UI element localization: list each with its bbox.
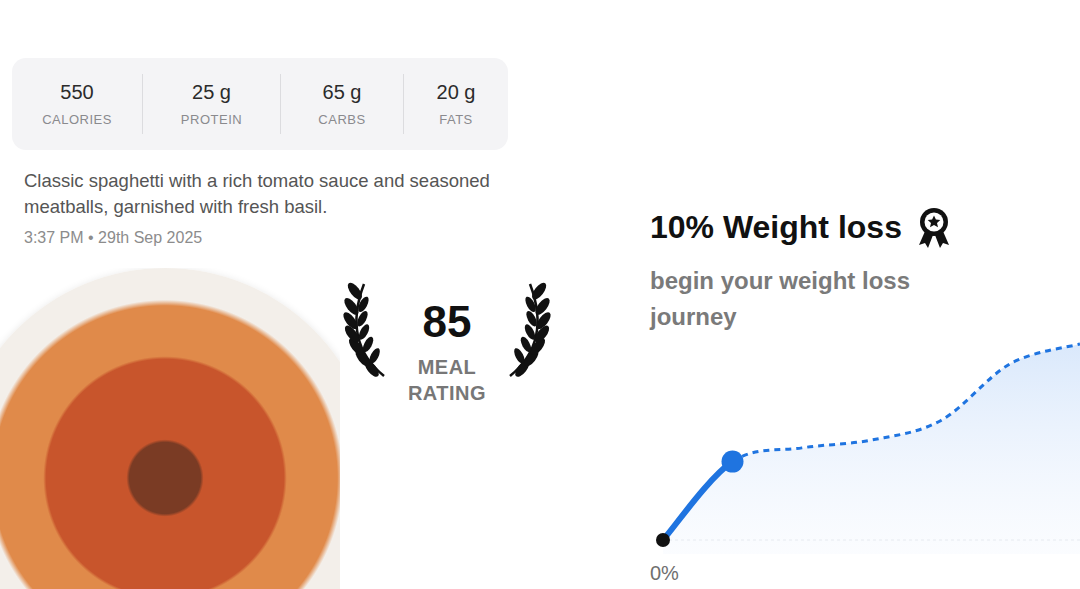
stat-value: 550	[60, 80, 93, 104]
chart-start-point	[656, 533, 670, 547]
meal-panel: 550 CALORIES 25 g PROTEIN 65 g CARBS 20 g FATS C…	[0, 0, 560, 589]
chart-current-point	[722, 451, 744, 473]
nutrition-card: 550 CALORIES 25 g PROTEIN 65 g CARBS 20 g FATS	[12, 58, 508, 150]
meal-rating: 85 MEAL RATING	[340, 268, 554, 406]
meal-row: 85 MEAL RATING	[0, 268, 560, 589]
chart-projected-line	[733, 344, 1080, 462]
goal-subtitle: begin your weight loss journey	[650, 263, 912, 335]
award-icon	[914, 205, 954, 249]
meal-photo	[0, 268, 340, 589]
nutrition-stat: 25 g PROTEIN	[142, 74, 280, 134]
goal-title: 10% Weight loss	[650, 207, 902, 247]
goal-title-row: 10% Weight loss	[650, 205, 1080, 249]
rating-center: 85 MEAL RATING	[388, 280, 506, 406]
nutrition-stat: 20 g FATS	[403, 74, 508, 134]
meal-description: Classic spaghetti with a rich tomato sau…	[24, 168, 514, 220]
stat-label: FATS	[439, 112, 473, 128]
chart-area	[663, 344, 1080, 554]
stat-value: 25 g	[192, 80, 231, 104]
laurel-icon	[506, 280, 554, 380]
chart-baseline	[663, 540, 1080, 541]
stat-label: CARBS	[318, 112, 365, 128]
page: 550 CALORIES 25 g PROTEIN 65 g CARBS 20 g FATS C…	[0, 0, 1080, 589]
goal-panel: 10% Weight loss begin your weight loss jo…	[560, 0, 1080, 589]
chart-axis-label: 0%	[650, 562, 1080, 584]
nutrition-stat: 550 CALORIES	[12, 74, 142, 134]
laurel-icon	[340, 280, 388, 380]
stat-label: PROTEIN	[181, 112, 242, 128]
weight-loss-chart	[650, 339, 1080, 554]
chart-progress-line	[663, 462, 733, 540]
nutrition-stat: 65 g CARBS	[280, 74, 403, 134]
stat-label: CALORIES	[42, 112, 112, 128]
stat-value: 65 g	[323, 80, 362, 104]
rating-value: 85	[423, 298, 472, 346]
rating-label: MEAL RATING	[408, 354, 486, 406]
plate	[0, 268, 340, 589]
stat-value: 20 g	[437, 80, 476, 104]
meal-timestamp: 3:37 PM • 29th Sep 2025	[24, 228, 560, 248]
